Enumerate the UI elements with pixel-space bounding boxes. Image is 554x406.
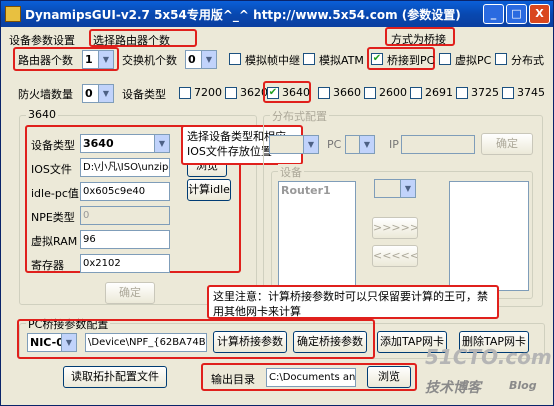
type-7200-label: 7200 xyxy=(194,86,222,99)
type-2600-checkbox[interactable] xyxy=(364,87,376,99)
type-3725-label: 3725 xyxy=(471,86,499,99)
ram-label: 虚拟RAM xyxy=(31,235,78,248)
idlepc-input[interactable]: 0x605c9e40 xyxy=(80,182,170,201)
device-type-label: 设备类型 xyxy=(122,88,166,101)
atm-checkbox[interactable] xyxy=(303,53,315,65)
type-3725-checkbox[interactable] xyxy=(456,87,468,99)
title-bar: DynamipsGUI-v2.7 5x54专用版^_^ http://www.5… xyxy=(1,1,553,27)
router-count-select[interactable]: 1 ▼ xyxy=(82,50,114,69)
router-count-label: 路由器个数 xyxy=(18,54,73,67)
type-3640-checkbox[interactable]: ✔ xyxy=(267,87,279,99)
app-icon xyxy=(5,6,21,22)
calc-idle-button[interactable]: 计算idle xyxy=(187,179,231,201)
dist-target-list[interactable] xyxy=(449,181,529,291)
type-3620-checkbox[interactable] xyxy=(225,87,237,99)
chevron-down-icon: ▼ xyxy=(98,85,113,102)
distributed-config-title: 分布式配置 xyxy=(270,108,329,124)
type-7200-checkbox[interactable] xyxy=(179,87,191,99)
firewall-count-label: 防火墙数量 xyxy=(18,88,73,101)
npe-input[interactable]: 0 xyxy=(80,206,170,225)
note-callout: 这里注意：计算桥接参数时可以只保留要计算的王可，禁用其他网卡来计算 xyxy=(207,285,499,319)
section-title: 设备参数设置 xyxy=(9,34,75,47)
read-topology-button[interactable]: 读取拓扑配置文件 xyxy=(63,366,167,388)
chevron-down-icon: ▼ xyxy=(303,136,318,153)
dist-host-select[interactable]: ▼ xyxy=(269,135,319,154)
watermark-sub: 技术博客 xyxy=(425,380,481,396)
nic-select[interactable]: NIC-0 ▼ xyxy=(27,333,77,352)
type-2691-checkbox[interactable] xyxy=(410,87,422,99)
register-label: 寄存器 xyxy=(31,259,64,272)
close-button[interactable]: X xyxy=(529,4,550,24)
chevron-down-icon: ▼ xyxy=(359,136,374,153)
type-3640-label: 3640 xyxy=(282,86,310,99)
lg-device-type-select[interactable]: 3640 ▼ xyxy=(80,134,170,153)
dist-target-select[interactable]: ▼ xyxy=(374,179,416,198)
switch-count-select[interactable]: 0 ▼ xyxy=(185,50,217,69)
maximize-button[interactable]: □ xyxy=(506,4,527,24)
dist-router-list[interactable]: Router1 xyxy=(278,181,356,291)
chevron-down-icon: ▼ xyxy=(61,334,76,351)
watermark-blog: Blog xyxy=(509,379,537,392)
firewall-count-value: 0 xyxy=(85,87,93,100)
bridge-pc-checkbox[interactable]: ✔ xyxy=(371,53,383,65)
dist-pc-label: PC xyxy=(327,138,342,151)
output-dir-input[interactable]: C:\Documents and xyxy=(266,368,356,387)
window-title: DynamipsGUI-v2.7 5x54专用版^_^ http://www.5… xyxy=(25,7,461,22)
virtual-pc-checkbox[interactable] xyxy=(439,53,451,65)
device-config-group-title: 3640 xyxy=(26,108,58,121)
chevron-down-icon: ▼ xyxy=(400,180,415,197)
watermark-site: 51CTO.com xyxy=(425,345,552,369)
lg-device-type-label: 设备类型 xyxy=(31,139,75,152)
move-right-button[interactable]: >>>>>> xyxy=(372,217,418,239)
router-count-hint: 选择路由器个数 xyxy=(93,34,170,47)
frame-relay-checkbox[interactable] xyxy=(229,53,241,65)
distributed-label: 分布式 xyxy=(511,54,544,67)
distributed-checkbox[interactable] xyxy=(495,53,507,65)
chevron-down-icon: ▼ xyxy=(201,51,216,68)
type-3660-checkbox[interactable] xyxy=(318,87,330,99)
firewall-count-select[interactable]: 0 ▼ xyxy=(82,84,114,103)
bridge-device-input[interactable]: \Device\NPF_{62BA74BF-8 xyxy=(85,333,207,352)
list-item[interactable]: Router1 xyxy=(281,184,331,197)
chevron-down-icon: ▼ xyxy=(154,135,169,152)
atm-label: 模拟ATM xyxy=(319,54,364,67)
bridge-hint: 方式为桥接 xyxy=(391,33,446,46)
ios-file-label: IOS文件 xyxy=(31,163,72,176)
dist-ok-button[interactable]: 确定 xyxy=(481,133,533,155)
switch-count-label: 交换机个数 xyxy=(122,54,177,67)
type-3745-checkbox[interactable] xyxy=(502,87,514,99)
confirm-bridge-button[interactable]: 确定桥接参数 xyxy=(293,331,367,353)
router-count-value: 1 xyxy=(85,53,93,66)
bridge-pc-label: 桥接到PC xyxy=(387,54,435,67)
ios-file-input[interactable]: D:\小凡\ISO\unzip-c xyxy=(80,158,170,177)
calc-bridge-button[interactable]: 计算桥接参数 xyxy=(213,331,287,353)
move-left-button[interactable]: <<<<<< xyxy=(372,245,418,267)
switch-count-value: 0 xyxy=(188,53,196,66)
app-window: DynamipsGUI-v2.7 5x54专用版^_^ http://www.5… xyxy=(0,0,554,406)
npe-label: NPE类型 xyxy=(31,211,75,224)
dist-ip-label: IP xyxy=(389,138,399,151)
type-3660-label: 3660 xyxy=(333,86,361,99)
dist-pc-select[interactable]: ▼ xyxy=(345,135,375,154)
virtual-pc-label: 虚拟PC xyxy=(455,54,492,67)
output-dir-label: 输出目录 xyxy=(211,373,255,386)
type-3745-label: 3745 xyxy=(517,86,545,99)
idlepc-label: idle-pc值 xyxy=(31,187,79,200)
chevron-down-icon: ▼ xyxy=(98,51,113,68)
ram-input[interactable]: 96 xyxy=(80,230,170,249)
device-ok-button[interactable]: 确定 xyxy=(105,282,155,304)
dist-ip-input[interactable] xyxy=(401,135,475,154)
register-input[interactable]: 0x2102 xyxy=(80,254,170,273)
type-2600-label: 2600 xyxy=(379,86,407,99)
frame-relay-label: 模拟帧中继 xyxy=(245,54,300,67)
type-2691-label: 2691 xyxy=(425,86,453,99)
lg-device-type-value: 3640 xyxy=(83,137,114,150)
minimize-button[interactable]: _ xyxy=(483,4,504,24)
dist-device-title: 设备 xyxy=(278,164,304,180)
nic-value: NIC-0 xyxy=(30,336,64,349)
output-browse-button[interactable]: 浏览 xyxy=(367,366,411,388)
